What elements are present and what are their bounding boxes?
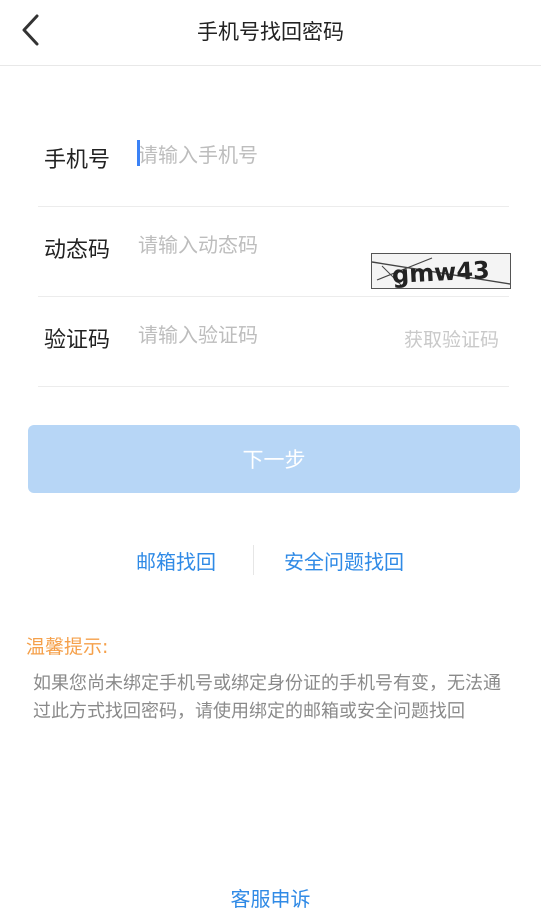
link-divider [253, 545, 254, 575]
email-recovery-link[interactable]: 邮箱找回 [136, 546, 216, 575]
page-title: 手机号找回密码 [197, 20, 344, 44]
captcha-graphic: gmw43 [372, 256, 510, 288]
get-code-button[interactable]: 获取验证码 [404, 325, 499, 352]
phone-label: 手机号 [44, 148, 111, 173]
dynamic-code-label: 动态码 [44, 238, 111, 263]
dynamic-code-input[interactable] [138, 227, 358, 263]
verify-code-input[interactable] [138, 317, 358, 353]
tip-title: 温馨提示: [26, 636, 109, 658]
alt-recovery-links: 邮箱找回 安全问题找回 [0, 542, 541, 578]
next-step-button[interactable]: 下一步 [28, 425, 520, 493]
security-question-recovery-link[interactable]: 安全问题找回 [284, 546, 404, 575]
captcha-text: gmw43 [391, 256, 490, 288]
phone-input[interactable] [138, 137, 358, 173]
tip-text: 如果您尚未绑定手机号或绑定身份证的手机号有变，无法通过此方式找回密码，请使用绑定… [33, 673, 501, 722]
captcha-image[interactable]: gmw43 [371, 253, 511, 289]
text-caret [137, 140, 140, 166]
customer-service-appeal-link[interactable]: 客服申诉 [0, 883, 541, 912]
verify-code-row: 验证码 获取验证码 [38, 297, 509, 387]
header-bar: 手机号找回密码 [0, 0, 541, 66]
phone-row: 手机号 [38, 117, 509, 207]
dynamic-code-row: 动态码 gmw43 [38, 207, 511, 297]
verify-code-label: 验证码 [44, 328, 111, 353]
